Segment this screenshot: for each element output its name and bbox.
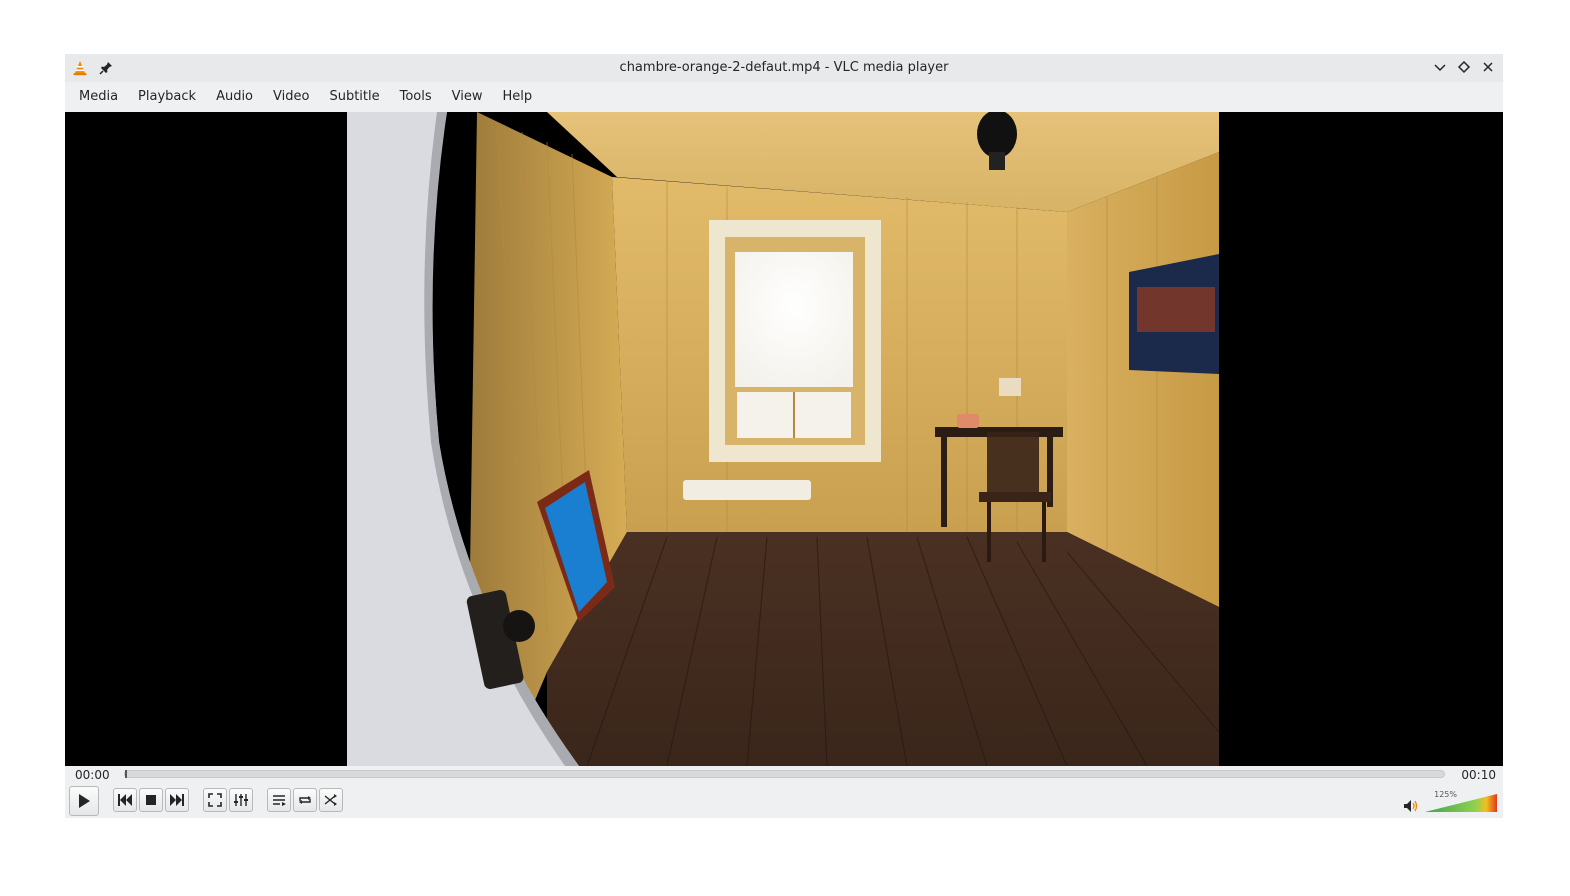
- menu-bar: Media Playback Audio Video Subtitle Tool…: [65, 82, 1503, 112]
- control-bar: 125%: [65, 786, 1503, 818]
- title-bar: chambre-orange-2-defaut.mp4 - VLC media …: [65, 54, 1503, 82]
- play-button[interactable]: [69, 786, 99, 816]
- close-button[interactable]: [1479, 58, 1497, 76]
- equalizer-icon: [234, 794, 248, 806]
- maximize-button[interactable]: [1455, 58, 1473, 76]
- seek-slider[interactable]: [124, 770, 1445, 778]
- diamond-icon: [1457, 60, 1471, 74]
- current-time: 00:00: [75, 768, 110, 782]
- window-title: chambre-orange-2-defaut.mp4 - VLC media …: [619, 60, 949, 75]
- fullscreen-icon: [208, 793, 222, 807]
- extended-settings-button[interactable]: [229, 788, 253, 812]
- menu-media[interactable]: Media: [69, 82, 128, 112]
- menu-audio[interactable]: Audio: [206, 82, 263, 112]
- playlist-icon: [273, 795, 286, 806]
- loop-icon: [299, 796, 311, 804]
- mute-button[interactable]: [1403, 798, 1419, 817]
- vlc-window: chambre-orange-2-defaut.mp4 - VLC media …: [65, 54, 1503, 818]
- video-area[interactable]: [65, 112, 1503, 766]
- menu-tools[interactable]: Tools: [390, 82, 442, 112]
- skip-back-icon: [118, 794, 132, 806]
- menu-video[interactable]: Video: [263, 82, 319, 112]
- close-icon: [1483, 62, 1493, 72]
- menu-playback[interactable]: Playback: [128, 82, 206, 112]
- shuffle-button[interactable]: [319, 788, 343, 812]
- menu-subtitle[interactable]: Subtitle: [319, 82, 389, 112]
- minimize-button[interactable]: [1431, 58, 1449, 76]
- seek-row: 00:00 00:10: [65, 766, 1503, 786]
- fullscreen-button[interactable]: [203, 788, 227, 812]
- previous-button[interactable]: [113, 788, 137, 812]
- stop-button[interactable]: [139, 788, 163, 812]
- seek-handle[interactable]: [125, 770, 127, 778]
- shuffle-icon: [324, 794, 337, 806]
- loop-button[interactable]: [293, 788, 317, 812]
- play-icon: [79, 794, 90, 808]
- playlist-button[interactable]: [267, 788, 291, 812]
- video-frame: [347, 112, 1219, 766]
- next-button[interactable]: [165, 788, 189, 812]
- chevron-down-icon: [1434, 64, 1446, 72]
- volume-label: 125%: [1434, 790, 1457, 799]
- speaker-icon: [1404, 800, 1418, 812]
- menu-view[interactable]: View: [442, 82, 493, 112]
- volume-slider[interactable]: 125%: [1425, 790, 1497, 814]
- menu-help[interactable]: Help: [493, 82, 543, 112]
- total-time: 00:10: [1461, 768, 1496, 782]
- skip-forward-icon: [170, 794, 184, 806]
- stop-icon: [146, 795, 156, 805]
